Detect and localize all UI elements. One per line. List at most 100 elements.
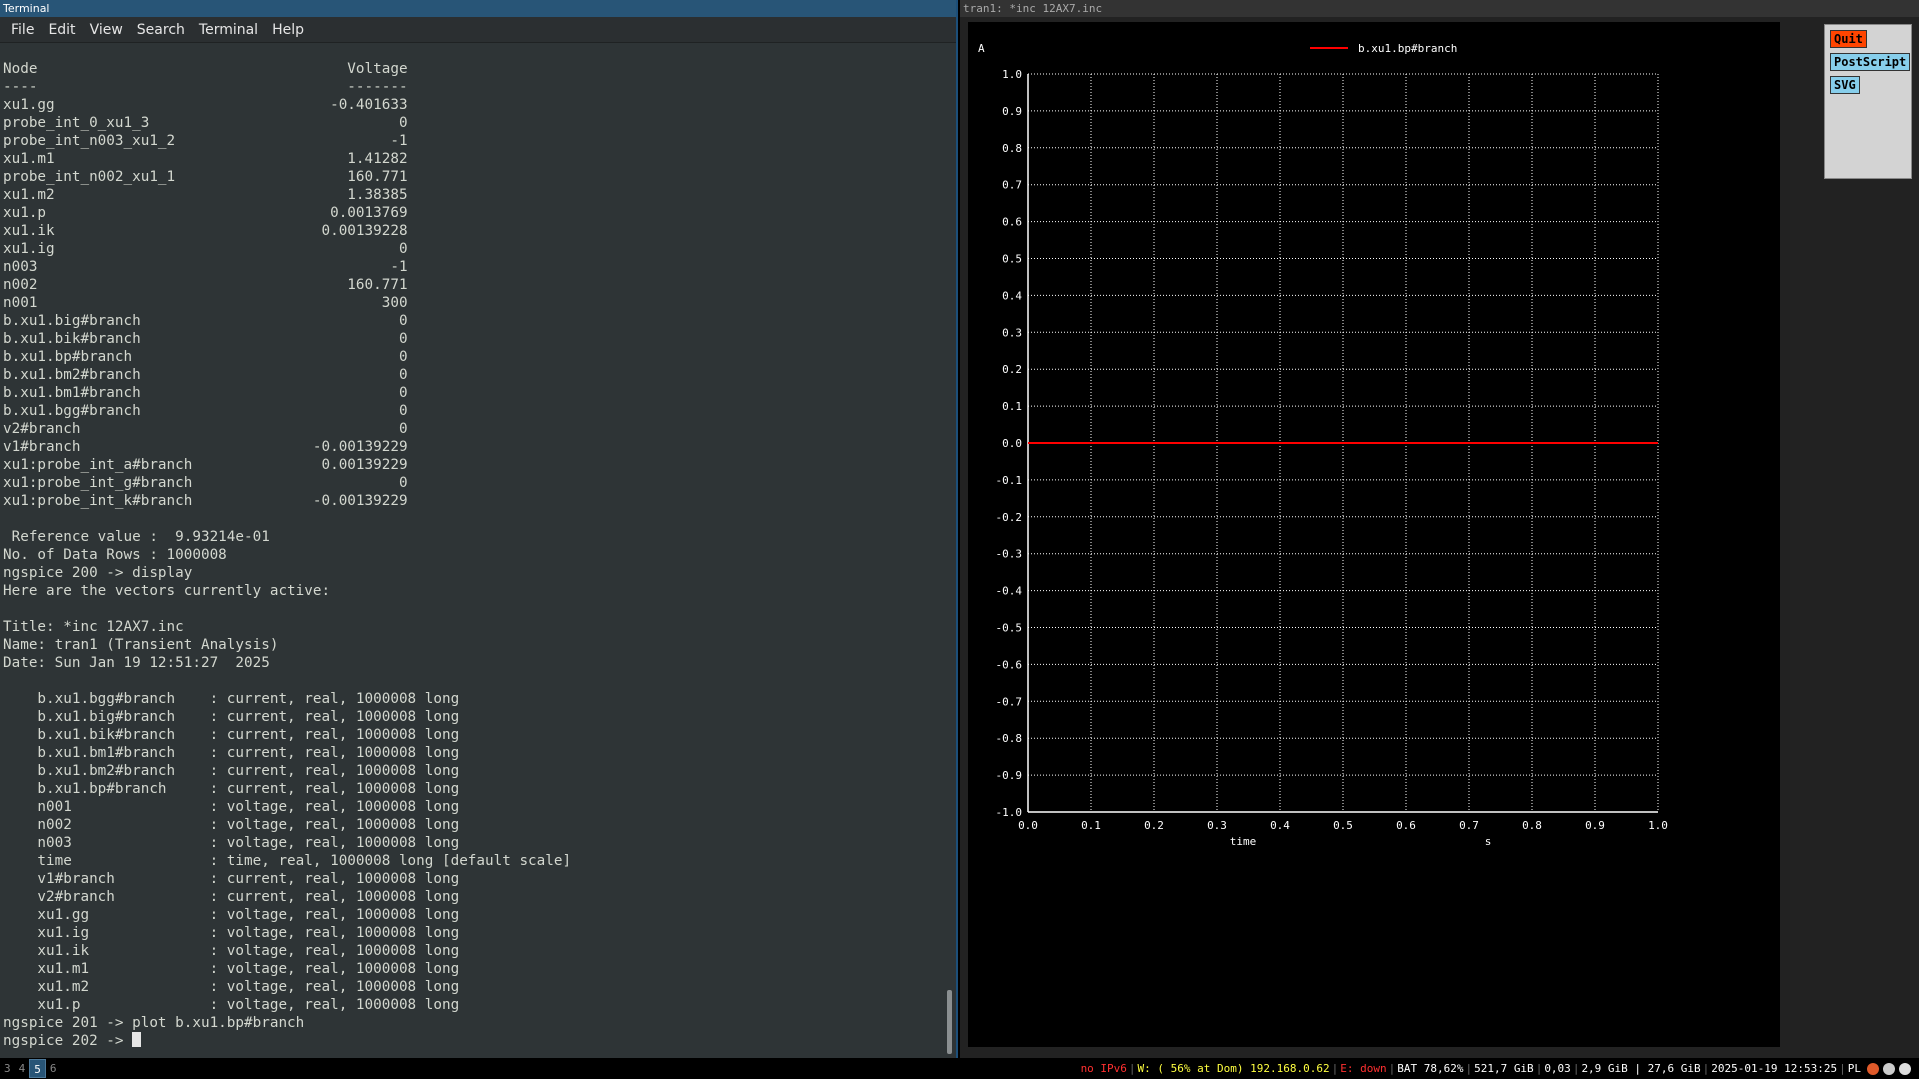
y-tick-label: 0.3 bbox=[1002, 326, 1022, 339]
x-tick-label: 0.2 bbox=[1144, 819, 1164, 832]
terminal-scrollbar[interactable] bbox=[947, 990, 952, 1054]
x-tick-label: 0.0 bbox=[1018, 819, 1038, 832]
terminal-line: Here are the vectors currently active: bbox=[3, 583, 331, 599]
x-tick-label: 1.0 bbox=[1648, 819, 1668, 832]
terminal-line: xu1.ig : voltage, real, 1000008 long bbox=[3, 925, 460, 941]
datetime-status: 2025-01-19 12:53:25 bbox=[1711, 1062, 1838, 1075]
terminal-line: Node Voltage bbox=[3, 61, 408, 77]
terminal-line: probe_int_n002_xu1_1 160.771 bbox=[3, 169, 408, 185]
tray-app-icon[interactable] bbox=[1867, 1062, 1879, 1075]
terminal-line: Date: Sun Jan 19 12:51:27 2025 bbox=[3, 655, 270, 671]
plot-window: tran1: *inc 12AX7.inc 1.0 0.9 0.8 0.7 0.6 0.5… bbox=[960, 0, 1919, 1058]
y-tick-label: 0.6 bbox=[1002, 216, 1022, 229]
terminal-line: xu1:probe_int_a#branch 0.00139229 bbox=[3, 457, 408, 473]
menu-file[interactable]: File bbox=[4, 22, 41, 38]
terminal-line: n001 : voltage, real, 1000008 long bbox=[3, 799, 460, 815]
menu-help[interactable]: Help bbox=[265, 22, 311, 38]
x-tick-label: 0.7 bbox=[1459, 819, 1479, 832]
terminal-line: xu1.gg : voltage, real, 1000008 long bbox=[3, 907, 460, 923]
y-tick-label: 0.1 bbox=[1002, 400, 1022, 413]
y-tick-label: -0.1 bbox=[996, 474, 1023, 487]
terminal-line: Name: tran1 (Transient Analysis) bbox=[3, 637, 279, 653]
y-tick-label: -0.7 bbox=[996, 695, 1023, 708]
menu-terminal[interactable]: Terminal bbox=[192, 22, 265, 38]
legend-label: b.xu1.bp#branch bbox=[1358, 42, 1457, 55]
ethernet-status: E: down bbox=[1340, 1062, 1387, 1075]
terminal-line: xu1.gg -0.401633 bbox=[3, 97, 408, 113]
terminal-line: xu1.p 0.0013769 bbox=[3, 205, 408, 221]
load-status: 0,03 bbox=[1544, 1062, 1571, 1075]
terminal-line: v1#branch : current, real, 1000008 long bbox=[3, 871, 460, 887]
terminal-line: xu1:probe_int_g#branch 0 bbox=[3, 475, 408, 491]
x-tick-label: 0.5 bbox=[1333, 819, 1353, 832]
terminal-line: v2#branch 0 bbox=[3, 421, 408, 437]
disk-status: 521,7 GiB bbox=[1474, 1062, 1534, 1075]
wifi-icon[interactable] bbox=[1883, 1062, 1895, 1075]
workspace-3[interactable]: 3 bbox=[0, 1059, 15, 1078]
memory-status: 2,9 GiB | 27,6 GiB bbox=[1581, 1062, 1701, 1075]
terminal-line: No. of Data Rows : 1000008 bbox=[3, 547, 227, 563]
status-bar: 3 4 5 6 no IPv6 | W: ( 56% at Dom) 192.16… bbox=[0, 1058, 1919, 1079]
terminal-line: xu1.p : voltage, real, 1000008 long bbox=[3, 997, 460, 1013]
quit-button[interactable]: Quit bbox=[1830, 30, 1867, 48]
terminal-line: probe_int_n003_xu1_2 -1 bbox=[3, 133, 408, 149]
y-tick-label: -0.9 bbox=[996, 769, 1023, 782]
terminal-line: b.xu1.big#branch : current, real, 100000… bbox=[3, 709, 460, 725]
terminal-line: v1#branch -0.00139229 bbox=[3, 439, 408, 455]
workspace-6[interactable]: 6 bbox=[46, 1059, 61, 1078]
menu-view[interactable]: View bbox=[83, 22, 130, 38]
plot-area[interactable]: 1.0 0.9 0.8 0.7 0.6 0.5 0.4 0.3 0.2 0.1 0.0 -0.1 -0.… bbox=[968, 22, 1780, 1047]
y-tick-label: 0.4 bbox=[1002, 289, 1022, 302]
menu-edit[interactable]: Edit bbox=[41, 22, 82, 38]
keyboard-layout: PL bbox=[1847, 1062, 1861, 1075]
terminal-line: time : time, real, 1000008 long [default… bbox=[3, 853, 572, 869]
terminal-line: ngspice 201 -> plot b.xu1.bp#branch bbox=[3, 1015, 305, 1031]
terminal-output[interactable]: Node Voltage ---- ------- xu1.gg -0.401633… bbox=[0, 43, 948, 1058]
plot-button-panel: Quit PostScript SVG bbox=[1824, 24, 1912, 179]
y-tick-label: 0.5 bbox=[1002, 253, 1022, 266]
terminal-line: xu1.m2 : voltage, real, 1000008 long bbox=[3, 979, 460, 995]
wifi-status: W: ( 56% at Dom) 192.168.0.62 bbox=[1137, 1062, 1330, 1075]
menu-search[interactable]: Search bbox=[130, 22, 192, 38]
plot-chart: 1.0 0.9 0.8 0.7 0.6 0.5 0.4 0.3 0.2 0.1 0.0 -0.1 -0.… bbox=[978, 42, 1668, 848]
terminal-cursor bbox=[132, 1032, 142, 1047]
terminal-line: b.xu1.bm1#branch : current, real, 100000… bbox=[3, 745, 460, 761]
terminal-line: n002 160.771 bbox=[3, 277, 408, 293]
terminal-prompt-line[interactable]: ngspice 202 -> bbox=[3, 1032, 948, 1050]
terminal-line: Title: *inc 12AX7.inc bbox=[3, 619, 184, 635]
power-icon[interactable] bbox=[1899, 1062, 1911, 1075]
terminal-line: Reference value : 9.93214e-01 bbox=[3, 529, 270, 545]
y-tick-label: 0.9 bbox=[1002, 105, 1022, 118]
plot-titlebar: tran1: *inc 12AX7.inc bbox=[960, 0, 1919, 17]
terminal-line: xu1.m1 : voltage, real, 1000008 long bbox=[3, 961, 460, 977]
x-tick-label: 0.1 bbox=[1081, 819, 1101, 832]
svg-button[interactable]: SVG bbox=[1830, 76, 1860, 94]
workspace-4[interactable]: 4 bbox=[15, 1059, 30, 1078]
y-tick-label: -0.4 bbox=[996, 585, 1023, 598]
y-tick-label: -0.3 bbox=[996, 548, 1023, 561]
terminal-line: b.xu1.bgg#branch : current, real, 100000… bbox=[3, 691, 460, 707]
y-tick-label: 1.0 bbox=[1002, 68, 1022, 81]
y-tick-label: -1.0 bbox=[996, 806, 1023, 819]
y-tick-label: -0.2 bbox=[996, 511, 1023, 524]
y-tick-label: 0.8 bbox=[1002, 142, 1022, 155]
postscript-button[interactable]: PostScript bbox=[1830, 53, 1911, 71]
terminal-line: n002 : voltage, real, 1000008 long bbox=[3, 817, 460, 833]
terminal-line: b.xu1.bik#branch 0 bbox=[3, 331, 408, 347]
y-tick-label: 0.7 bbox=[1002, 179, 1022, 192]
terminal-line: b.xu1.big#branch 0 bbox=[3, 313, 408, 329]
terminal-line: xu1.ig 0 bbox=[3, 241, 408, 257]
status-right: no IPv6 | W: ( 56% at Dom) 192.168.0.62 | … bbox=[1079, 1058, 1911, 1079]
terminal-line: n001 300 bbox=[3, 295, 408, 311]
terminal-line: ngspice 200 -> display bbox=[3, 565, 193, 581]
terminal-line: b.xu1.bgg#branch 0 bbox=[3, 403, 408, 419]
x-tick-label: 0.9 bbox=[1585, 819, 1605, 832]
y-tick-label: -0.6 bbox=[996, 658, 1023, 671]
terminal-line: xu1:probe_int_k#branch -0.00139229 bbox=[3, 493, 408, 509]
x-tick-label: 0.6 bbox=[1396, 819, 1416, 832]
workspace-5[interactable]: 5 bbox=[29, 1059, 46, 1078]
terminal-window: Terminal File Edit View Search Terminal … bbox=[0, 0, 958, 1058]
terminal-line: n003 -1 bbox=[3, 259, 408, 275]
